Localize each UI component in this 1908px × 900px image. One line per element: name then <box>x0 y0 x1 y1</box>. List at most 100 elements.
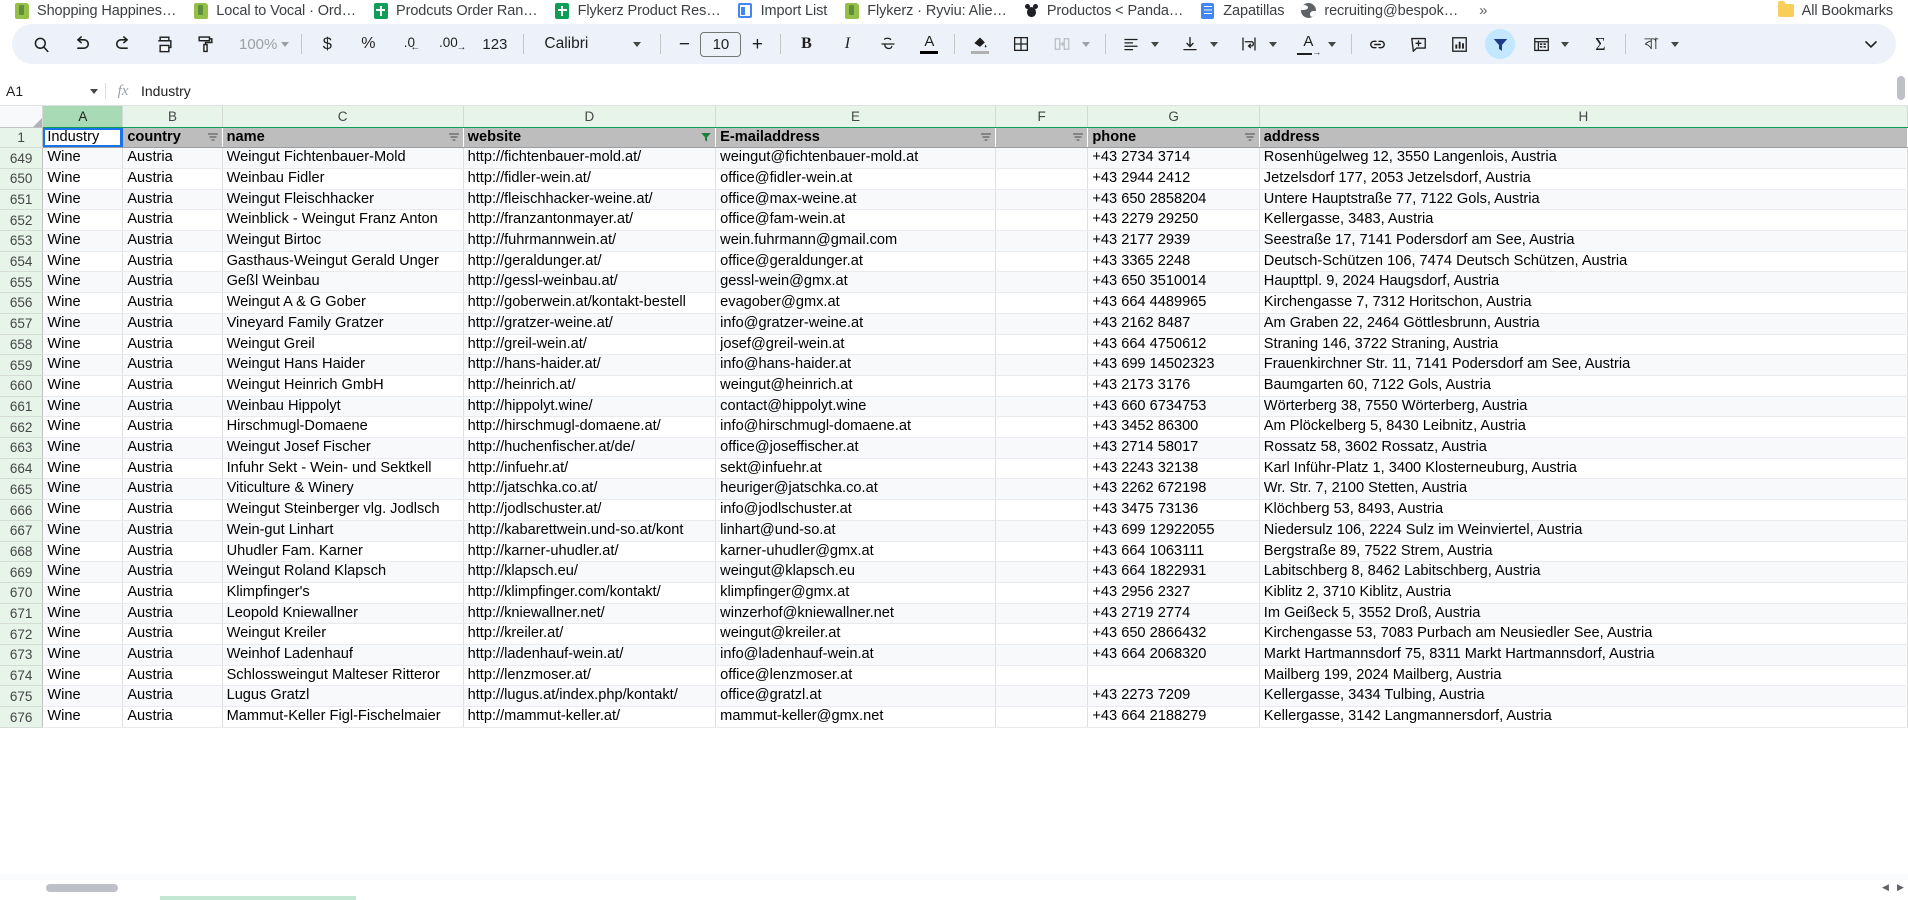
cell-f659[interactable] <box>995 355 1088 376</box>
cell-h653[interactable]: Seestraße 17, 7141 Podersdorf am See, Au… <box>1259 231 1907 252</box>
zoom-selector[interactable]: 100% <box>231 30 291 58</box>
cell-a653[interactable]: Wine <box>43 231 123 252</box>
row-number[interactable]: 663 <box>0 438 43 459</box>
redo-icon[interactable] <box>108 29 138 59</box>
cell-b667[interactable]: Austria <box>123 520 222 541</box>
cell-e670[interactable]: klimpfinger@gmx.at <box>716 582 996 603</box>
cell-h667[interactable]: Niedersulz 106, 2224 Sulz im Weinviertel… <box>1259 520 1907 541</box>
cell-a651[interactable]: Wine <box>43 189 123 210</box>
increase-font-size-button[interactable]: + <box>744 31 770 57</box>
cell-g673[interactable]: +43 664 2068320 <box>1088 645 1259 666</box>
cell-a654[interactable]: Wine <box>43 251 123 272</box>
cell-a671[interactable]: Wine <box>43 603 123 624</box>
cell-c676[interactable]: Mammut-Keller Figl-Fischelmaier <box>222 707 463 728</box>
print-icon[interactable] <box>149 29 179 59</box>
filter-button-icon[interactable] <box>1244 131 1256 143</box>
cell-e672[interactable]: weingut@kreiler.at <box>716 624 996 645</box>
cell-c667[interactable]: Wein-gut Linhart <box>222 520 463 541</box>
cell-c653[interactable]: Weingut Birtoc <box>222 231 463 252</box>
column-header-d[interactable]: D <box>463 106 716 127</box>
chevron-down-icon[interactable] <box>1323 30 1341 58</box>
cell-f664[interactable] <box>995 458 1088 479</box>
cell-d659[interactable]: http://hans-haider.at/ <box>463 355 716 376</box>
cell-h666[interactable]: Klöchberg 53, 8493, Austria <box>1259 500 1907 521</box>
cell-d653[interactable]: http://fuhrmannwein.at/ <box>463 231 716 252</box>
cell-d668[interactable]: http://karner-uhudler.at/ <box>463 541 716 562</box>
cell-g649[interactable]: +43 2734 3714 <box>1088 148 1259 169</box>
header-cell-d[interactable]: website <box>463 127 716 148</box>
cell-g654[interactable]: +43 3365 2248 <box>1088 251 1259 272</box>
chevron-down-icon[interactable] <box>83 80 105 102</box>
cell-e668[interactable]: karner-uhudler@gmx.at <box>716 541 996 562</box>
bookmark-item[interactable]: Productos < Panda… <box>1016 0 1192 21</box>
cell-h675[interactable]: Kellergasse, 3434 Tulbing, Austria <box>1259 686 1907 707</box>
cell-d666[interactable]: http://jodlschuster.at/ <box>463 500 716 521</box>
undo-icon[interactable] <box>67 29 97 59</box>
cell-b649[interactable]: Austria <box>123 148 222 169</box>
cell-c671[interactable]: Leopold Kniewallner <box>222 603 463 624</box>
cell-e665[interactable]: heuriger@jatschka.co.at <box>716 479 996 500</box>
cell-e676[interactable]: mammut-keller@gmx.net <box>716 707 996 728</box>
cell-b654[interactable]: Austria <box>123 251 222 272</box>
cell-e660[interactable]: weingut@heinrich.at <box>716 375 996 396</box>
cell-h651[interactable]: Untere Hauptstraße 77, 7122 Gols, Austri… <box>1259 189 1907 210</box>
cell-d649[interactable]: http://fichtenbauer-mold.at/ <box>463 148 716 169</box>
cell-f665[interactable] <box>995 479 1088 500</box>
cell-a662[interactable]: Wine <box>43 417 123 438</box>
cell-f670[interactable] <box>995 582 1088 603</box>
comment-icon[interactable] <box>1403 29 1433 59</box>
row-number[interactable]: 661 <box>0 396 43 417</box>
decrease-decimal-button[interactable]: .0 ← <box>394 29 424 59</box>
cell-g657[interactable]: +43 2162 8487 <box>1088 313 1259 334</box>
cell-f673[interactable] <box>995 645 1088 666</box>
row-number[interactable]: 675 <box>0 686 43 707</box>
header-cell-e[interactable]: E-mailaddress <box>716 127 996 148</box>
cell-h656[interactable]: Kirchengasse 7, 7312 Horitschon, Austria <box>1259 293 1907 314</box>
filter-icon[interactable] <box>1485 29 1515 59</box>
cell-b665[interactable]: Austria <box>123 479 222 500</box>
row-number[interactable]: 662 <box>0 417 43 438</box>
cell-d670[interactable]: http://klimpfinger.com/kontakt/ <box>463 582 716 603</box>
select-all-corner[interactable] <box>0 106 43 127</box>
header-cell-f[interactable] <box>995 127 1088 148</box>
cell-c652[interactable]: Weinblick - Weingut Franz Anton <box>222 210 463 231</box>
all-bookmarks-button[interactable]: All Bookmarks <box>1771 0 1902 21</box>
cell-c661[interactable]: Weinbau Hippolyt <box>222 396 463 417</box>
row-number[interactable]: 1 <box>0 127 43 148</box>
cell-f658[interactable] <box>995 334 1088 355</box>
filter-button-icon[interactable] <box>1072 131 1084 143</box>
cell-b652[interactable]: Austria <box>123 210 222 231</box>
cell-a661[interactable]: Wine <box>43 396 123 417</box>
cell-f660[interactable] <box>995 375 1088 396</box>
cell-d658[interactable]: http://greil-wein.at/ <box>463 334 716 355</box>
currency-format-button[interactable]: $ <box>312 29 342 59</box>
bookmark-item[interactable]: Import List <box>730 0 837 21</box>
strikethrough-button[interactable] <box>873 29 903 59</box>
row-number[interactable]: 652 <box>0 210 43 231</box>
cell-g672[interactable]: +43 650 2866432 <box>1088 624 1259 645</box>
cell-f653[interactable] <box>995 231 1088 252</box>
bookmark-item[interactable]: recruiting@bespok… <box>1293 0 1467 21</box>
header-cell-b[interactable]: country <box>123 127 222 148</box>
cell-c669[interactable]: Weingut Roland Klapsch <box>222 562 463 583</box>
cell-a663[interactable]: Wine <box>43 438 123 459</box>
cell-a672[interactable]: Wine <box>43 624 123 645</box>
row-number[interactable]: 674 <box>0 665 43 686</box>
cell-h649[interactable]: Rosenhügelweg 12, 3550 Langenlois, Austr… <box>1259 148 1907 169</box>
cell-c668[interactable]: Uhudler Fam. Karner <box>222 541 463 562</box>
cell-e667[interactable]: linhart@und-so.at <box>716 520 996 541</box>
cell-c662[interactable]: Hirschmugl-Domaene <box>222 417 463 438</box>
cell-f652[interactable] <box>995 210 1088 231</box>
cell-c656[interactable]: Weingut A & G Gober <box>222 293 463 314</box>
row-number[interactable]: 667 <box>0 520 43 541</box>
bold-button[interactable]: B <box>791 29 821 59</box>
cell-c660[interactable]: Weingut Heinrich GmbH <box>222 375 463 396</box>
cell-d676[interactable]: http://mammut-keller.at/ <box>463 707 716 728</box>
cell-e658[interactable]: josef@greil-wein.at <box>716 334 996 355</box>
cell-e662[interactable]: info@hirschmugl-domaene.at <box>716 417 996 438</box>
increase-decimal-button[interactable]: .00 → <box>435 29 465 59</box>
cell-d660[interactable]: http://heinrich.at/ <box>463 375 716 396</box>
cell-d671[interactable]: http://kniewallner.net/ <box>463 603 716 624</box>
cell-f667[interactable] <box>995 520 1088 541</box>
cell-b656[interactable]: Austria <box>123 293 222 314</box>
